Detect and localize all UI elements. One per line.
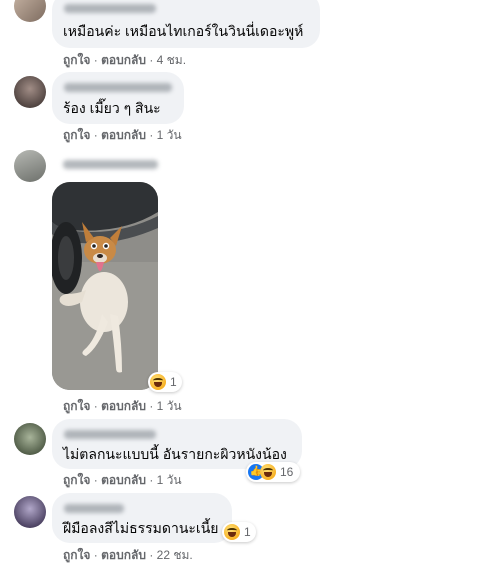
comment-timestamp[interactable]: 1 วัน xyxy=(157,399,182,413)
commenter-name[interactable] xyxy=(64,430,156,439)
commenter-name[interactable] xyxy=(64,83,172,92)
comment-timestamp[interactable]: 4 ชม. xyxy=(157,53,186,67)
comment-timestamp[interactable]: 1 วัน xyxy=(157,473,182,487)
avatar[interactable] xyxy=(14,76,46,108)
reaction-count: 1 xyxy=(170,375,177,389)
avatar[interactable] xyxy=(14,150,46,182)
comment-bubble: เหมือนค่ะ เหมือนไทเกอร์ในวินนี่เดอะพูห์ xyxy=(52,0,320,48)
like-link[interactable]: ถูกใจ xyxy=(63,548,90,562)
comment-text: ร้อง เมี๊ยว ๆ สินะ xyxy=(63,100,161,116)
commenter-name[interactable] xyxy=(64,504,124,513)
reaction-count: 16 xyxy=(280,465,294,479)
reply-link[interactable]: ตอบกลับ xyxy=(101,399,146,413)
separator: · xyxy=(93,128,98,142)
avatar[interactable] xyxy=(14,423,46,455)
comment-text: ฝีมือลงสีไม่ธรรมดานะเนี้ย xyxy=(63,520,219,536)
reply-link[interactable]: ตอบกลับ xyxy=(101,548,146,562)
like-link[interactable]: ถูกใจ xyxy=(63,399,90,413)
separator: · xyxy=(149,473,154,487)
comment-actions: ถูกใจ · ตอบกลับ · 1 วัน xyxy=(63,472,182,488)
commenter-name[interactable] xyxy=(63,160,158,169)
reaction-summary[interactable]: 1 xyxy=(148,372,182,392)
haha-reaction-icon xyxy=(224,524,240,540)
dog-photo-drawing xyxy=(52,182,158,390)
separator: · xyxy=(149,53,154,67)
comment-bubble: ร้อง เมี๊ยว ๆ สินะ xyxy=(52,72,184,124)
avatar[interactable] xyxy=(14,496,46,528)
comment-actions: ถูกใจ · ตอบกลับ · 1 วัน xyxy=(63,398,182,414)
comment-text: ไม่ตลกนะแบบนี้ อันรายกะผิวหนังน้อง xyxy=(63,446,287,462)
separator: · xyxy=(149,399,154,413)
like-link[interactable]: ถูกใจ xyxy=(63,473,90,487)
separator: · xyxy=(93,548,98,562)
reaction-count: 1 xyxy=(244,525,251,539)
separator: · xyxy=(93,53,98,67)
reply-link[interactable]: ตอบกลับ xyxy=(101,473,146,487)
like-link[interactable]: ถูกใจ xyxy=(63,53,90,67)
comment-bubble: ฝีมือลงสีไม่ธรรมดานะเนี้ย xyxy=(52,493,232,543)
dog-photo[interactable] xyxy=(52,182,158,390)
haha-reaction-icon xyxy=(260,464,276,480)
comment-actions: ถูกใจ · ตอบกลับ · 22 ชม. xyxy=(63,547,193,563)
reply-link[interactable]: ตอบกลับ xyxy=(101,53,146,67)
separator: · xyxy=(149,128,154,142)
reaction-summary[interactable]: 👍 16 xyxy=(246,462,300,482)
comment-timestamp[interactable]: 22 ชม. xyxy=(157,548,193,562)
avatar[interactable] xyxy=(14,0,46,22)
separator: · xyxy=(149,548,154,562)
like-link[interactable]: ถูกใจ xyxy=(63,128,90,142)
commenter-name[interactable] xyxy=(64,4,156,13)
comment-actions: ถูกใจ · ตอบกลับ · 4 ชม. xyxy=(63,52,186,68)
reaction-summary[interactable]: 1 xyxy=(222,522,256,542)
reply-link[interactable]: ตอบกลับ xyxy=(101,128,146,142)
comment-text: เหมือนค่ะ เหมือนไทเกอร์ในวินนี่เดอะพูห์ xyxy=(63,23,304,39)
comment-actions: ถูกใจ · ตอบกลับ · 1 วัน xyxy=(63,127,182,143)
separator: · xyxy=(93,399,98,413)
separator: · xyxy=(93,473,98,487)
comment-timestamp[interactable]: 1 วัน xyxy=(157,128,182,142)
haha-reaction-icon xyxy=(150,374,166,390)
